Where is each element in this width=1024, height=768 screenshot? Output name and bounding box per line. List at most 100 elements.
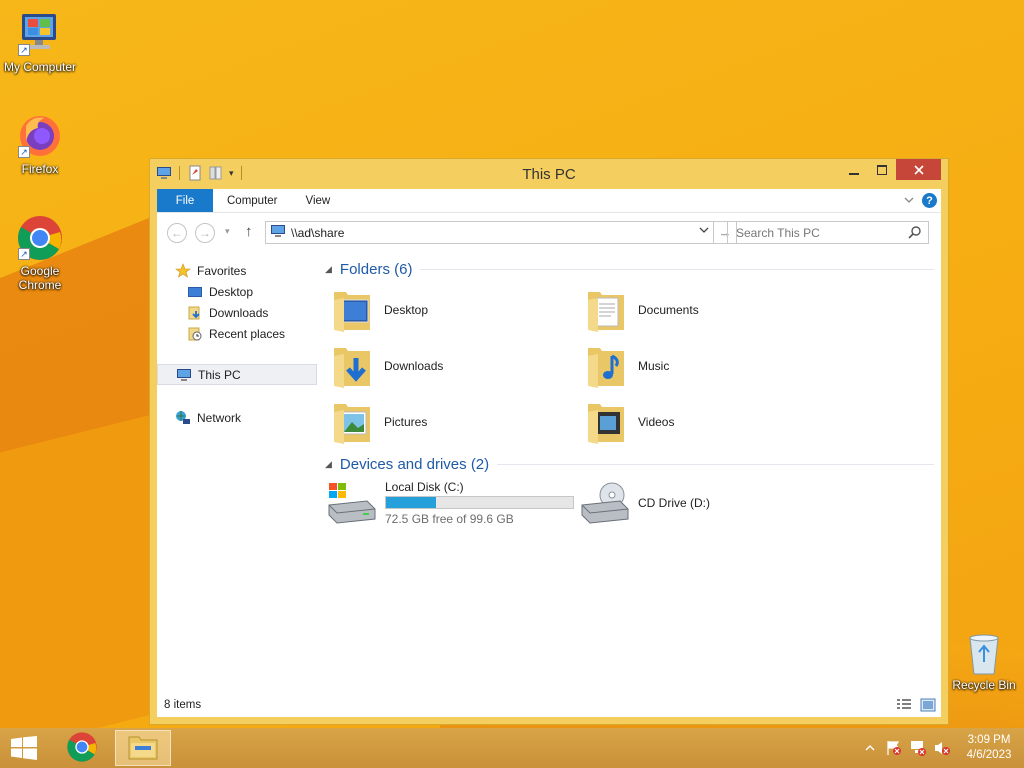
desktop-icon-label: My Computer — [3, 60, 77, 74]
expand-ribbon-icon[interactable] — [904, 195, 914, 207]
search-placeholder: Search This PC — [736, 225, 820, 240]
computer-icon — [176, 367, 192, 383]
drive-space-text: 72.5 GB free of 99.6 GB — [385, 512, 514, 526]
search-icon[interactable] — [908, 225, 922, 242]
music-folder-icon — [584, 342, 630, 390]
computer-icon: ↗ — [16, 10, 64, 58]
taskbar: 3:09 PM 4/6/2023 — [0, 728, 1024, 768]
close-button[interactable] — [896, 159, 941, 180]
nav-item-desktop[interactable]: Desktop — [157, 281, 317, 302]
content-area: Favorites Desktop Downloads Recent place… — [157, 252, 941, 717]
action-center-icon[interactable] — [885, 739, 903, 757]
recent-locations-icon[interactable]: ▾ — [225, 226, 230, 237]
nav-item-network[interactable]: Network — [157, 407, 317, 428]
desktop-icon-label: Firefox — [21, 162, 59, 176]
group-header-folders[interactable]: ◢ Folders (6) — [325, 258, 934, 280]
minimize-button[interactable] — [840, 159, 868, 180]
maximize-button[interactable] — [868, 159, 896, 180]
divider — [497, 463, 934, 465]
nav-item-label: Network — [197, 410, 242, 425]
nav-item-label: This PC — [198, 367, 241, 382]
chrome-icon — [66, 731, 98, 766]
recycle-bin-icon — [964, 632, 1004, 676]
tab-computer[interactable]: Computer — [213, 189, 292, 212]
folder-tile-desktop[interactable]: Desktop — [330, 284, 428, 336]
address-bar[interactable]: \\ad\share — [265, 221, 714, 244]
tile-label: Downloads — [384, 359, 444, 373]
clock-time: 3:09 PM — [967, 734, 1011, 746]
downloads-icon — [187, 305, 203, 321]
divider — [420, 268, 934, 270]
taskbar-file-explorer[interactable] — [115, 730, 171, 766]
main-pane: ◢ Folders (6) Desktop Documents Download… — [322, 252, 941, 687]
desktop-icon-chrome[interactable]: ↗ Google Chrome — [0, 214, 80, 292]
desktop-icon-recycle-bin[interactable]: Recycle Bin — [944, 632, 1024, 692]
show-hidden-icons-icon[interactable] — [861, 739, 879, 757]
navigation-pane: Favorites Desktop Downloads Recent place… — [157, 252, 317, 687]
file-explorer-icon — [127, 733, 159, 764]
desktop-icon-label: Google Chrome — [18, 264, 62, 292]
address-path: \\ad\share — [291, 225, 345, 240]
group-header-devices[interactable]: ◢ Devices and drives (2) — [325, 453, 934, 475]
star-icon — [175, 262, 191, 279]
item-count: 8 items — [164, 699, 202, 711]
group-title: Devices and drives (2) — [339, 455, 490, 473]
nav-item-label: Desktop — [209, 284, 254, 299]
documents-folder-icon — [584, 286, 630, 334]
desktop-icon-my-computer[interactable]: ↗ My Computer — [0, 10, 80, 74]
title-bar[interactable]: ▾ This PC — [150, 159, 948, 189]
folder-tile-pictures[interactable]: Pictures — [330, 396, 427, 448]
folder-tile-videos[interactable]: Videos — [584, 396, 674, 448]
clock-date: 4/6/2023 — [966, 749, 1012, 761]
large-icons-view-icon[interactable] — [920, 698, 936, 715]
hard-drive-icon — [327, 479, 377, 527]
folder-tile-music[interactable]: Music — [584, 340, 669, 392]
chevron-down-icon[interactable] — [699, 225, 709, 237]
network-icon — [175, 410, 191, 426]
network-status-icon[interactable] — [909, 739, 927, 757]
system-tray: 3:09 PM 4/6/2023 — [858, 728, 1024, 768]
tab-view[interactable]: View — [292, 189, 345, 212]
navigation-bar: ← → ▾ ↑ \\ad\share → Search This PC — [157, 212, 941, 252]
back-button[interactable]: ← — [167, 223, 187, 243]
search-input[interactable]: Search This PC — [727, 221, 929, 244]
forward-button[interactable]: → — [195, 223, 215, 243]
nav-item-downloads[interactable]: Downloads — [157, 302, 317, 323]
tile-label: Desktop — [384, 303, 429, 317]
folder-tile-documents[interactable]: Documents — [584, 284, 699, 336]
desktop-folder-icon — [330, 286, 376, 334]
up-button[interactable]: ↑ — [245, 223, 253, 240]
folder-tile-downloads[interactable]: Downloads — [330, 340, 443, 392]
pictures-folder-icon — [330, 398, 376, 446]
drive-label: Local Disk (C:) — [385, 480, 464, 494]
taskbar-chrome[interactable] — [54, 730, 110, 766]
help-icon[interactable]: ? — [922, 193, 937, 208]
firefox-icon: ↗ — [16, 112, 64, 160]
downloads-folder-icon — [330, 342, 376, 390]
nav-item-label: Recent places — [209, 326, 286, 341]
tile-label: Pictures — [384, 415, 428, 429]
nav-item-this-pc[interactable]: This PC — [157, 364, 317, 385]
window-title: This PC — [522, 166, 576, 183]
details-view-icon[interactable] — [896, 698, 912, 715]
tab-file[interactable]: File — [157, 189, 213, 212]
nav-item-favorites[interactable]: Favorites — [157, 260, 317, 281]
desktop-icon-label: Recycle Bin — [952, 678, 1016, 692]
drive-tile-local-disk[interactable]: Local Disk (C:) 72.5 GB free of 99.6 GB — [327, 477, 574, 529]
drive-usage-fill — [386, 497, 437, 508]
recent-places-icon — [187, 326, 203, 342]
volume-muted-icon[interactable] — [933, 739, 951, 757]
collapse-icon[interactable]: ◢ — [325, 264, 332, 275]
tile-label: Videos — [638, 415, 675, 429]
drive-tile-cd[interactable]: CD Drive (D:) — [580, 477, 710, 529]
desktop-icon-firefox[interactable]: ↗ Firefox — [0, 112, 80, 176]
group-title: Folders (6) — [339, 260, 413, 278]
clock[interactable]: 3:09 PM 4/6/2023 — [954, 733, 1024, 763]
nav-item-recent-places[interactable]: Recent places — [157, 323, 317, 344]
tile-label: Documents — [638, 303, 699, 317]
drive-label: CD Drive (D:) — [638, 496, 710, 510]
tile-label: Music — [638, 359, 670, 373]
collapse-icon[interactable]: ◢ — [325, 459, 332, 470]
desktop-icon — [187, 284, 203, 300]
start-button[interactable] — [10, 736, 38, 760]
